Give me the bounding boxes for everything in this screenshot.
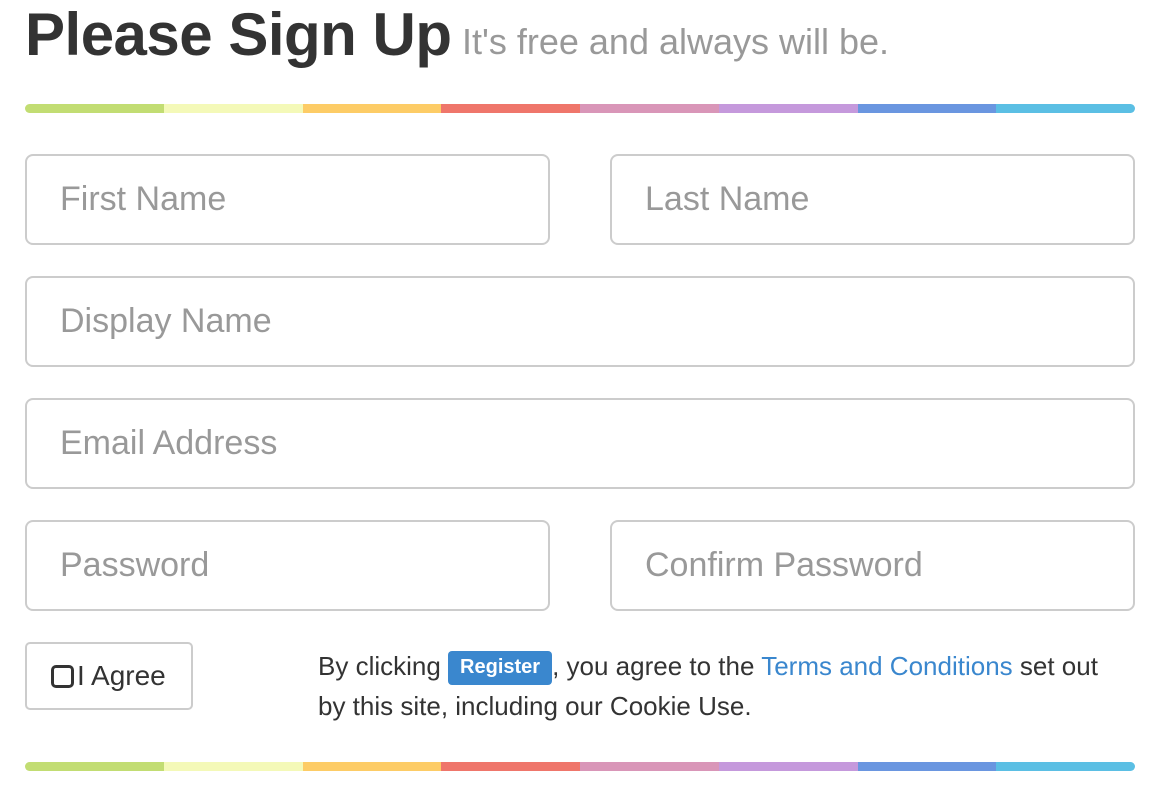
divider-segment (441, 762, 580, 771)
password-input[interactable] (25, 520, 550, 611)
divider-segment (857, 762, 997, 771)
confirm-password-input[interactable] (610, 520, 1135, 611)
unchecked-checkbox-icon (51, 664, 74, 688)
divider-segment (441, 104, 580, 113)
divider-segment (718, 104, 858, 113)
terms-prefix: By clicking (318, 651, 449, 681)
divider-segment (25, 762, 164, 771)
divider-segment (25, 104, 164, 113)
agree-label: I Agree (77, 660, 166, 691)
divider-segment (996, 762, 1135, 771)
divider-segment (718, 762, 858, 771)
terms-middle: , you agree to the (552, 651, 762, 681)
divider-segment (996, 104, 1135, 113)
divider-segment (163, 104, 303, 113)
email-input[interactable] (25, 398, 1135, 489)
divider-segment (163, 762, 303, 771)
divider-segment (857, 104, 997, 113)
terms-notice: By clicking Register, you agree to the T… (318, 646, 1128, 726)
rainbow-divider-top (25, 104, 1135, 113)
page-title: Please Sign Up (25, 1, 452, 68)
divider-segment (302, 762, 442, 771)
agree-button[interactable]: I Agree (25, 642, 193, 710)
display-name-input[interactable] (25, 276, 1135, 367)
rainbow-divider-bottom (25, 762, 1135, 771)
terms-and-conditions-link[interactable]: Terms and Conditions (761, 651, 1012, 681)
first-name-input[interactable] (25, 154, 550, 245)
divider-segment (580, 762, 719, 771)
page-subtitle: It's free and always will be. (462, 21, 890, 62)
divider-segment (580, 104, 719, 113)
register-badge: Register (448, 651, 553, 685)
divider-segment (302, 104, 442, 113)
last-name-input[interactable] (610, 154, 1135, 245)
